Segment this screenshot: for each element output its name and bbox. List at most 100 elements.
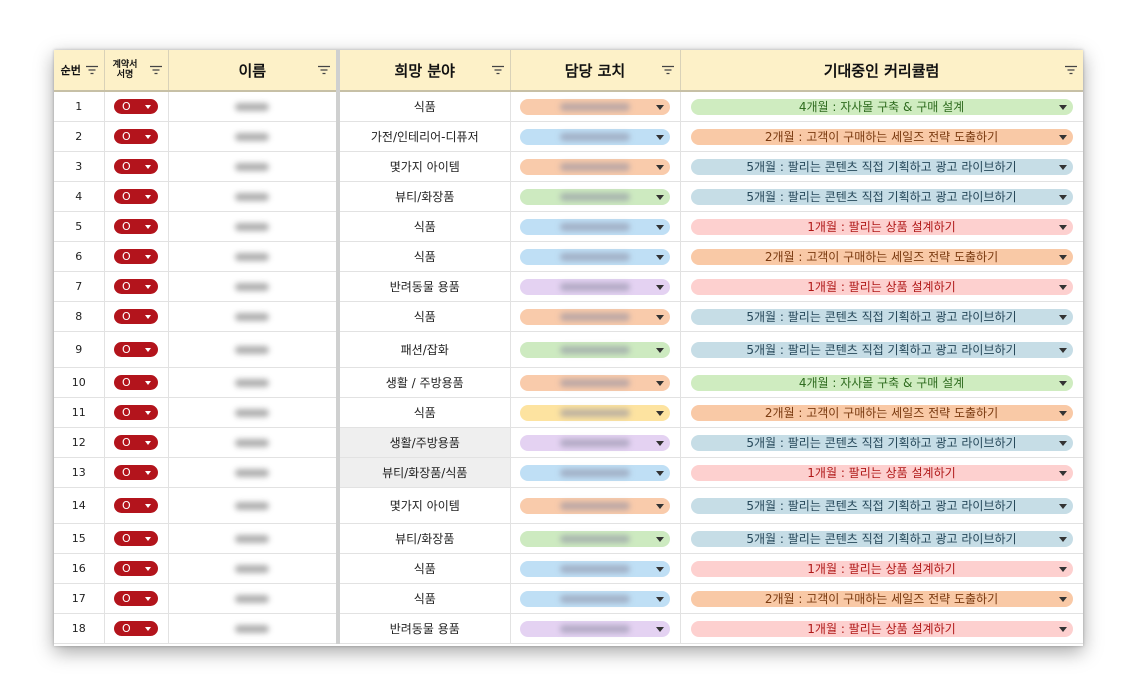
field-cell: 가전/인테리어-디퓨저: [338, 121, 511, 152]
contract-sign-chip[interactable]: O: [114, 219, 158, 234]
header-name[interactable]: 이름: [168, 50, 340, 92]
seq-cell: 17: [54, 583, 105, 614]
coach-dropdown[interactable]: [520, 434, 670, 451]
coach-dropdown[interactable]: [520, 128, 670, 145]
curriculum-dropdown[interactable]: 5개월 : 팔리는 콘텐츠 직접 기획하고 광고 라이브하기: [690, 530, 1073, 547]
chevron-down-icon: [145, 225, 151, 229]
filter-icon[interactable]: [85, 65, 98, 75]
contract-sign-chip[interactable]: O: [114, 309, 158, 324]
curriculum-dropdown[interactable]: 2개월 : 고객이 구매하는 세일즈 전략 도출하기: [690, 404, 1073, 421]
seq-value: 6: [75, 250, 83, 263]
filter-icon[interactable]: [318, 65, 330, 75]
chevron-down-icon: [145, 441, 151, 445]
contract-sign-chip[interactable]: O: [114, 99, 158, 114]
contract-sign-chip[interactable]: O: [114, 591, 158, 606]
header-contract[interactable]: 계약서 서명: [104, 50, 169, 92]
curriculum-dropdown[interactable]: 4개월 : 자사몰 구축 & 구매 설계: [690, 374, 1073, 391]
curriculum-dropdown[interactable]: 2개월 : 고객이 구매하는 세일즈 전략 도출하기: [690, 248, 1073, 265]
field-cell: 생활/주방용품: [338, 427, 511, 458]
coach-dropdown[interactable]: [520, 158, 670, 175]
coach-name-redacted: [560, 102, 630, 111]
contract-sign-chip[interactable]: O: [114, 375, 158, 390]
coach-dropdown[interactable]: [520, 560, 670, 577]
coach-dropdown[interactable]: [520, 98, 670, 115]
curriculum-dropdown[interactable]: 1개월 : 팔리는 상품 설계하기: [690, 560, 1073, 577]
coach-dropdown[interactable]: [520, 464, 670, 481]
field-cell: 식품: [338, 301, 511, 332]
contract-sign-chip[interactable]: O: [114, 531, 158, 546]
chevron-down-icon: [1058, 347, 1067, 353]
contract-sign-chip[interactable]: O: [114, 249, 158, 264]
curriculum-dropdown[interactable]: 5개월 : 팔리는 콘텐츠 직접 기획하고 광고 라이브하기: [690, 158, 1073, 175]
curriculum-dropdown[interactable]: 5개월 : 팔리는 콘텐츠 직접 기획하고 광고 라이브하기: [690, 308, 1073, 325]
chevron-down-icon: [145, 381, 151, 385]
curriculum-dropdown[interactable]: 5개월 : 팔리는 콘텐츠 직접 기획하고 광고 라이브하기: [690, 188, 1073, 205]
curriculum-dropdown[interactable]: 2개월 : 고객이 구매하는 세일즈 전략 도출하기: [690, 128, 1073, 145]
coach-name-redacted: [560, 192, 630, 201]
name-cell: [168, 301, 340, 332]
filter-icon[interactable]: [1064, 65, 1077, 75]
table-row: 7 O 반려동물 용품 1개월 : 팔리는 상품 설계하기: [54, 271, 1083, 302]
curriculum-cell: 2개월 : 고객이 구매하는 세일즈 전략 도출하기: [680, 121, 1083, 152]
header-curriculum[interactable]: 기대중인 커리큘럼: [680, 50, 1083, 92]
curriculum-value: 5개월 : 팔리는 콘텐츠 직접 기획하고 광고 라이브하기: [746, 342, 1017, 357]
contract-sign-chip[interactable]: O: [114, 405, 158, 420]
chevron-down-icon: [1058, 566, 1067, 572]
contract-sign-chip[interactable]: O: [114, 159, 158, 174]
contract-sign-value: O: [122, 562, 131, 575]
header-seq[interactable]: 순번: [54, 50, 105, 92]
name-redacted: [235, 222, 270, 231]
coach-dropdown[interactable]: [520, 404, 670, 421]
curriculum-dropdown[interactable]: 1개월 : 팔리는 상품 설계하기: [690, 620, 1073, 637]
coach-dropdown[interactable]: [520, 308, 670, 325]
curriculum-cell: 1개월 : 팔리는 상품 설계하기: [680, 457, 1083, 488]
coach-dropdown[interactable]: [520, 218, 670, 235]
header-contract-label: 계약서 서명: [112, 60, 138, 80]
coach-dropdown[interactable]: [520, 590, 670, 607]
coach-dropdown[interactable]: [520, 278, 670, 295]
curriculum-dropdown[interactable]: 1개월 : 팔리는 상품 설계하기: [690, 218, 1073, 235]
curriculum-dropdown[interactable]: 5개월 : 팔리는 콘텐츠 직접 기획하고 광고 라이브하기: [690, 434, 1073, 451]
field-value: 반려동물 용품: [389, 622, 460, 636]
contract-sign-chip[interactable]: O: [114, 279, 158, 294]
filter-icon[interactable]: [149, 65, 162, 75]
coach-dropdown[interactable]: [520, 497, 670, 514]
curriculum-dropdown[interactable]: 4개월 : 자사몰 구축 & 구매 설계: [690, 98, 1073, 115]
name-redacted: [235, 594, 270, 603]
seq-cell: 6: [54, 241, 105, 272]
contract-sign-chip[interactable]: O: [114, 129, 158, 144]
coach-name-redacted: [560, 282, 630, 291]
curriculum-dropdown[interactable]: 1개월 : 팔리는 상품 설계하기: [690, 464, 1073, 481]
curriculum-dropdown[interactable]: 5개월 : 팔리는 콘텐츠 직접 기획하고 광고 라이브하기: [690, 341, 1073, 358]
coach-dropdown[interactable]: [520, 188, 670, 205]
contract-sign-chip[interactable]: O: [114, 189, 158, 204]
contract-sign-chip[interactable]: O: [114, 561, 158, 576]
filter-icon[interactable]: [661, 65, 674, 75]
coach-dropdown[interactable]: [520, 248, 670, 265]
table-row: 8 O 식품 5개월 : 팔리는 콘텐츠 직접 기획하고 광고 라이브하기: [54, 301, 1083, 332]
contract-sign-chip[interactable]: O: [114, 498, 158, 513]
curriculum-cell: 5개월 : 팔리는 콘텐츠 직접 기획하고 광고 라이브하기: [680, 181, 1083, 212]
chevron-down-icon: [656, 536, 664, 542]
field-value: 식품: [413, 250, 436, 264]
header-field[interactable]: 희망 분야: [338, 50, 511, 92]
contract-sign-chip[interactable]: O: [114, 621, 158, 636]
contract-sign-chip[interactable]: O: [114, 465, 158, 480]
chevron-down-icon: [656, 470, 664, 476]
coach-cell: [510, 367, 681, 398]
curriculum-value: 1개월 : 팔리는 상품 설계하기: [807, 621, 956, 636]
contract-sign-chip[interactable]: O: [114, 435, 158, 450]
header-coach[interactable]: 담당 코치: [510, 50, 681, 92]
coach-dropdown[interactable]: [520, 620, 670, 637]
contract-cell: O: [104, 457, 169, 488]
contract-sign-chip[interactable]: O: [114, 342, 158, 357]
coach-dropdown[interactable]: [520, 341, 670, 358]
curriculum-dropdown[interactable]: 2개월 : 고객이 구매하는 세일즈 전략 도출하기: [690, 590, 1073, 607]
curriculum-dropdown[interactable]: 5개월 : 팔리는 콘텐츠 직접 기획하고 광고 라이브하기: [690, 497, 1073, 514]
name-redacted: [235, 468, 270, 477]
coach-dropdown[interactable]: [520, 530, 670, 547]
filter-icon[interactable]: [491, 65, 504, 75]
coach-dropdown[interactable]: [520, 374, 670, 391]
table-row: 2 O 가전/인테리어-디퓨저 2개월 : 고객이 구매하는 세일즈 전략 도출하기: [54, 121, 1083, 152]
curriculum-dropdown[interactable]: 1개월 : 팔리는 상품 설계하기: [690, 278, 1073, 295]
